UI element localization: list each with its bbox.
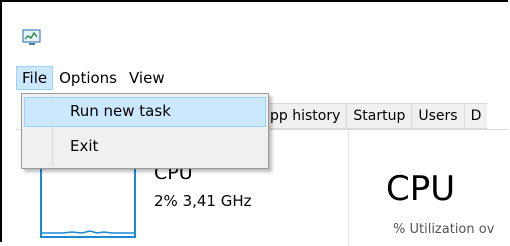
title-bar — [2, 2, 508, 62]
cpu-list-stat: 2% 3,41 GHz — [154, 192, 252, 210]
file-menu-dropdown: Run new task Exit — [21, 93, 269, 169]
menu-options[interactable]: Options — [53, 66, 123, 90]
menu-file[interactable]: File — [16, 66, 54, 90]
cpu-detail-heading: CPU — [386, 169, 456, 209]
menu-view[interactable]: View — [123, 66, 171, 90]
tab-app-history[interactable]: pp history — [270, 103, 347, 129]
cpu-utilization-label: % Utilization ov — [393, 222, 495, 237]
task-manager-icon — [22, 29, 41, 45]
menu-bar: File Options View — [16, 66, 171, 90]
tab-startup[interactable]: Startup — [346, 103, 412, 129]
task-manager-window: File Options View pp history Startup Use… — [0, 0, 508, 246]
tab-strip: pp history Startup Users D — [270, 103, 488, 129]
menu-item-exit[interactable]: Exit — [24, 132, 266, 160]
tab-details[interactable]: D — [463, 103, 488, 129]
menu-item-run-new-task[interactable]: Run new task — [24, 97, 266, 127]
tab-users[interactable]: Users — [411, 103, 464, 129]
